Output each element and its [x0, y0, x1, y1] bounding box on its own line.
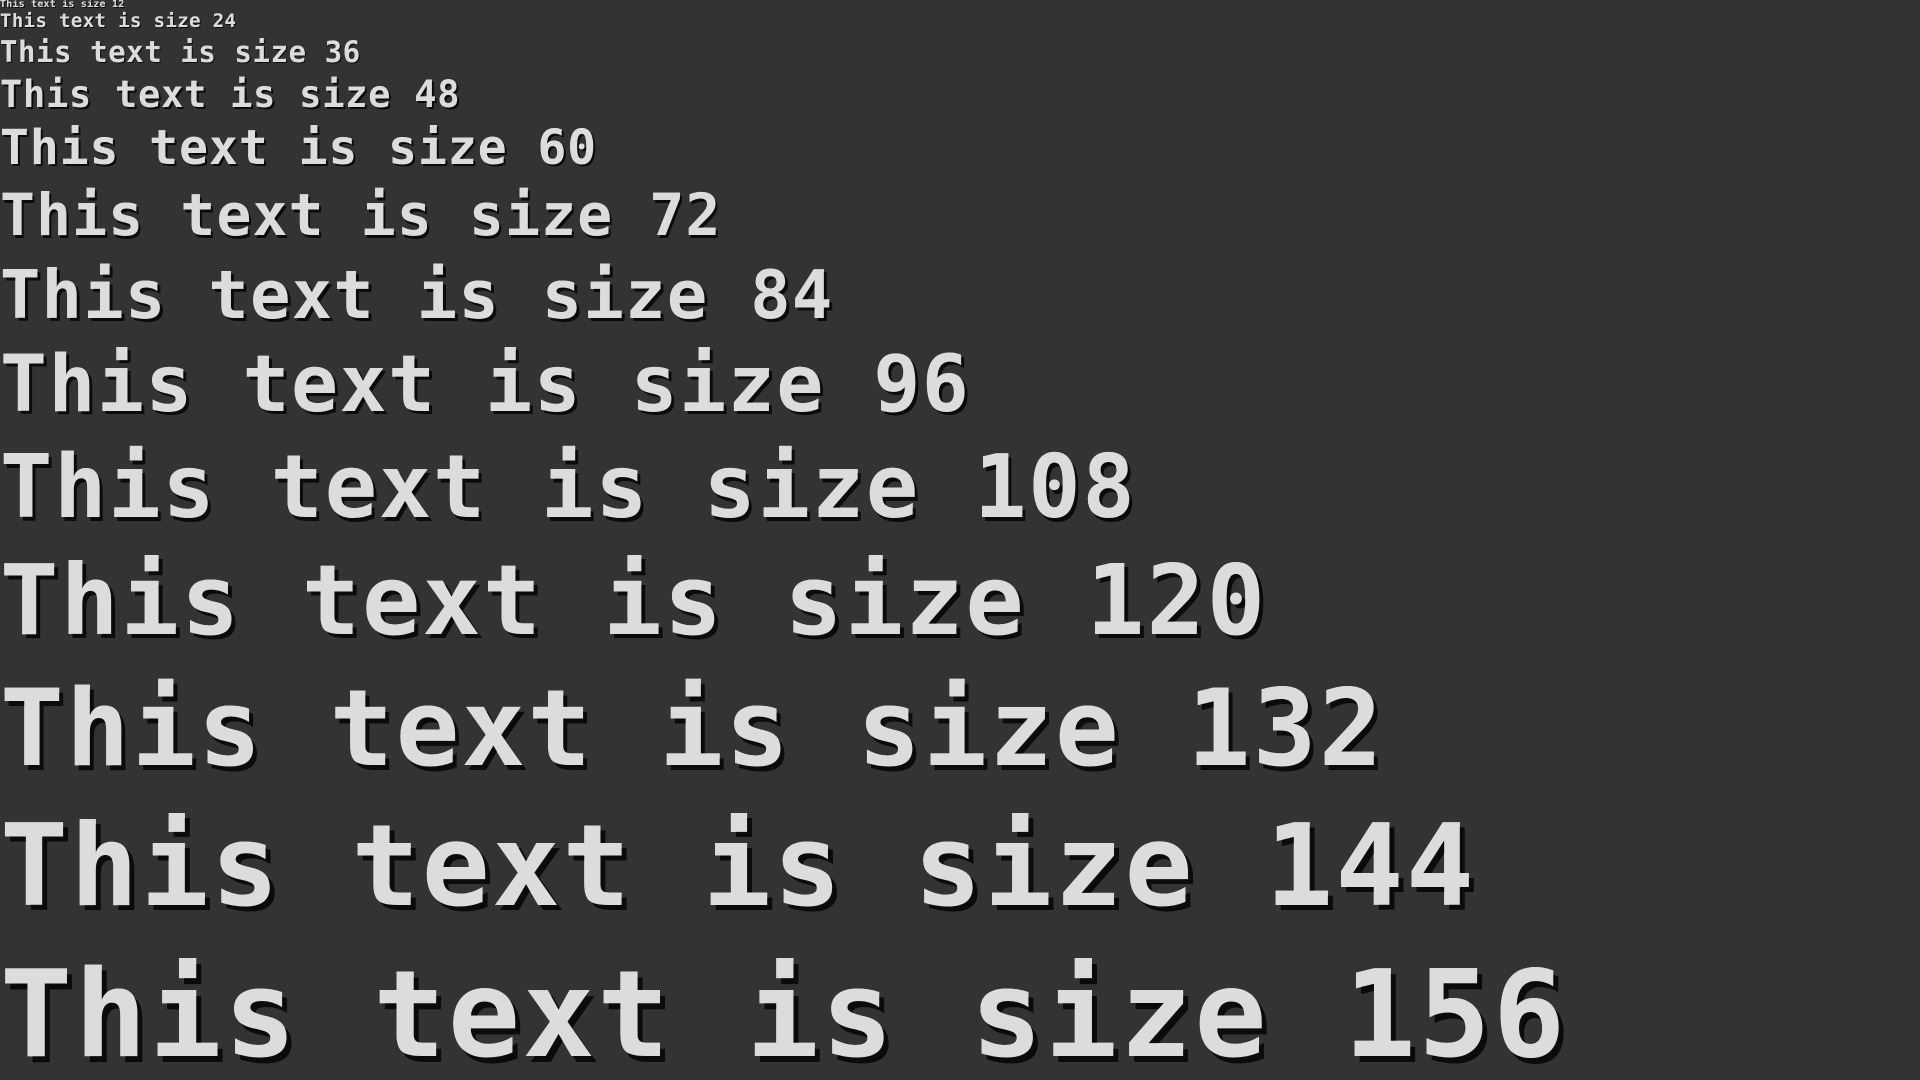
font-size-demo-canvas: This text is size 12 This text is size 2… [0, 0, 1920, 1080]
text-line-size-36: This text is size 36 [0, 35, 361, 69]
text-line-size-96: This text is size 96 [0, 340, 971, 430]
text-line-size-12: This text is size 12 [0, 0, 125, 10]
text-line-size-72: This text is size 72 [0, 181, 722, 249]
text-line-size-84: This text is size 84 [0, 256, 834, 334]
text-line-size-144: This text is size 144 [0, 800, 1477, 932]
text-line-size-60: This text is size 60 [0, 120, 598, 176]
text-line-size-108: This text is size 108 [0, 436, 1137, 538]
text-line-size-48: This text is size 48 [0, 73, 461, 116]
text-line-size-120: This text is size 120 [0, 544, 1268, 657]
text-line-size-24: This text is size 24 [0, 10, 237, 32]
text-line-size-156: This text is size 156 [0, 946, 1568, 1080]
text-line-size-132: This text is size 132 [0, 667, 1385, 790]
